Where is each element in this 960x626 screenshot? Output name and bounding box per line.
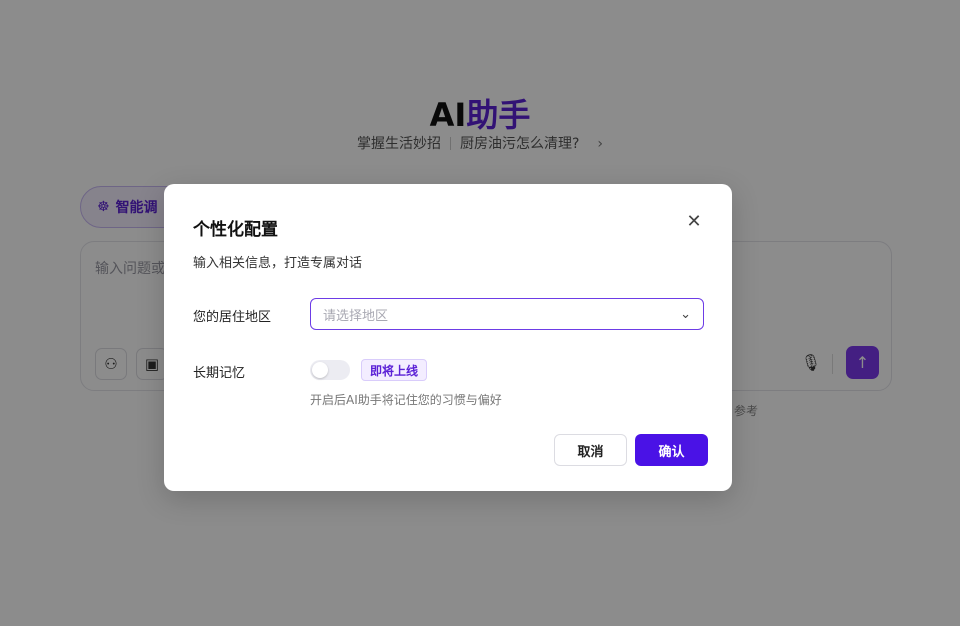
region-placeholder: 请选择地区 (323, 308, 389, 324)
region-select[interactable]: 请选择地区 ⌄ (310, 298, 704, 330)
toggle-knob (312, 362, 328, 378)
region-label: 您的居住地区 (193, 310, 272, 325)
close-icon: ✕ (686, 210, 702, 232)
dialog-description: 输入相关信息，打造专属对话 (193, 256, 363, 271)
memory-label: 长期记忆 (193, 366, 246, 381)
confirm-button[interactable]: 确认 (635, 434, 708, 466)
page: AI助手 掌握生活妙招 厨房油污怎么清理? › ☸ 智能调 输入问题或 ⚇ ▣ 🎙 … (0, 0, 960, 626)
cancel-button[interactable]: 取消 (554, 434, 627, 466)
close-button[interactable]: ✕ (682, 209, 706, 233)
personalization-dialog: 个性化配置 ✕ 输入相关信息，打造专属对话 您的居住地区 请选择地区 ⌄ 长期记… (164, 184, 732, 491)
chevron-down-icon: ⌄ (680, 306, 691, 322)
dialog-title: 个性化配置 (193, 220, 278, 240)
memory-hint: 开启后AI助手将记住您的习惯与偏好 (310, 393, 502, 407)
memory-toggle[interactable] (310, 360, 350, 380)
coming-soon-badge: 即将上线 (361, 359, 428, 381)
